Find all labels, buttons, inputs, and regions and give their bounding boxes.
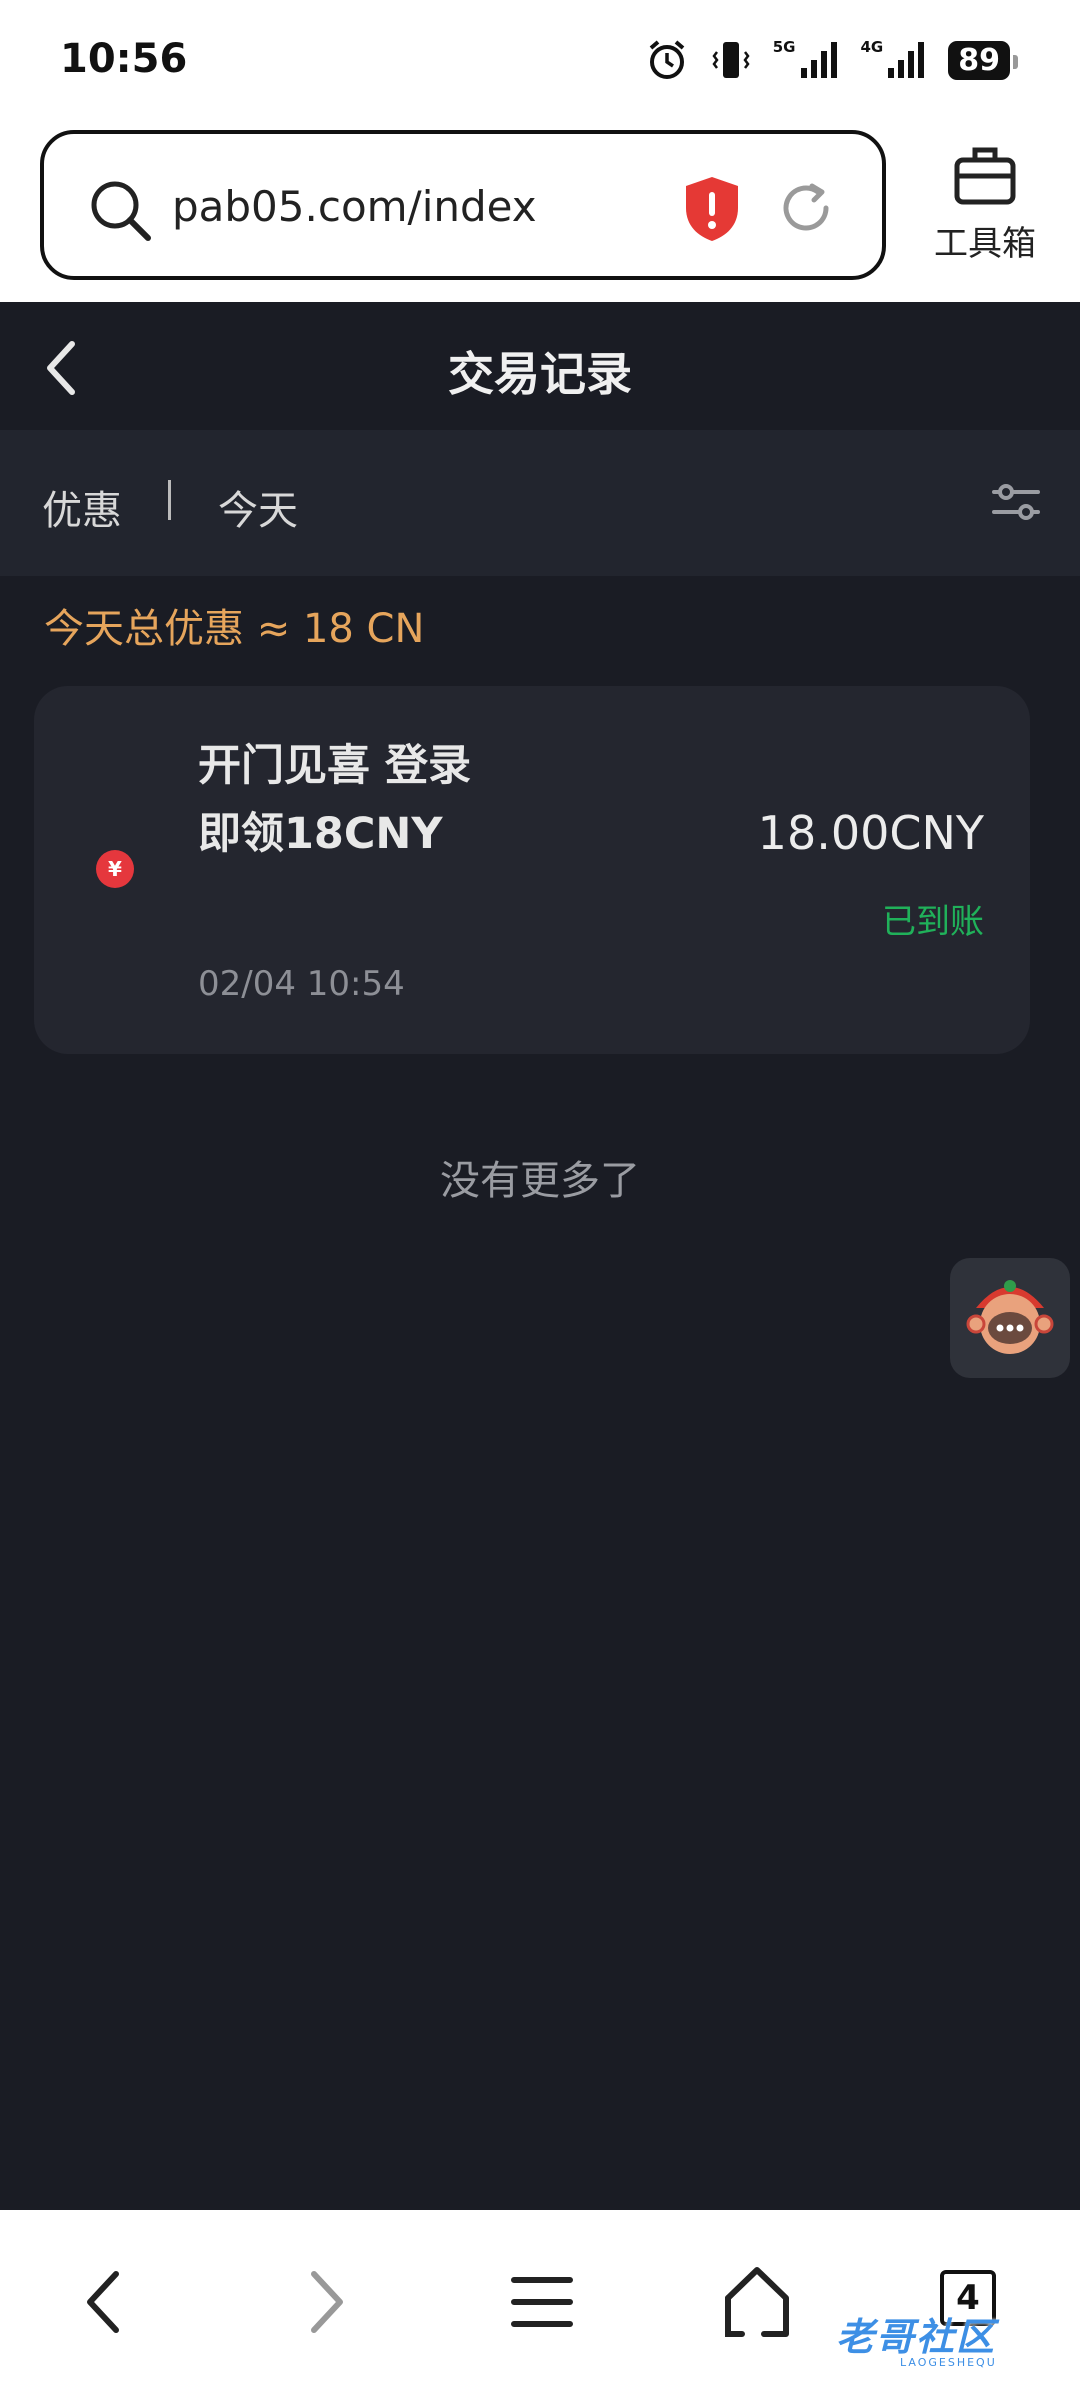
customer-service-button[interactable] xyxy=(950,1258,1070,1378)
customer-service-avatar-icon xyxy=(966,1280,1054,1354)
nav-forward-icon[interactable] xyxy=(300,2262,350,2342)
signal-bars-icon xyxy=(888,42,925,78)
today-total-summary: 今天总优惠 ≈ 18 CN xyxy=(44,606,425,652)
filter-divider xyxy=(168,480,171,520)
network-4g-label: 4G xyxy=(860,38,884,56)
toolbox-label: 工具箱 xyxy=(934,224,1036,264)
toolbox-button[interactable]: 工具箱 xyxy=(930,144,1040,265)
security-shield-icon[interactable] xyxy=(682,174,742,244)
list-end-text: 没有更多了 xyxy=(440,1158,640,1204)
search-icon xyxy=(91,181,151,241)
filter-type-selector[interactable]: 优惠 xyxy=(42,478,122,536)
address-bar[interactable]: pab05.com/index xyxy=(40,130,886,280)
watermark-subtext: LAOGESHEQU xyxy=(900,2356,997,2369)
url-text[interactable]: pab05.com/index xyxy=(172,182,537,231)
status-time: 10:56 xyxy=(60,36,188,82)
signal-4g: 4G xyxy=(861,40,927,80)
signal-bars-icon xyxy=(800,42,837,78)
filter-bar: 优惠 今天 xyxy=(0,430,1080,576)
transaction-status: 已到账 xyxy=(882,902,984,942)
toolbox-icon xyxy=(954,147,1016,205)
transaction-title: 开门见喜 登录即领18CNY xyxy=(198,741,471,859)
nav-back-icon[interactable] xyxy=(80,2262,130,2342)
browser-bottom-nav: 4 老哥社区 LAOGESHEQU xyxy=(0,2210,1080,2400)
network-5g-label: 5G xyxy=(772,38,796,56)
page-title: 交易记录 xyxy=(448,347,632,401)
transaction-time: 02/04 10:54 xyxy=(198,964,405,1004)
status-bar: 10:56 5G 4G 89 xyxy=(0,0,1080,122)
reload-icon[interactable] xyxy=(776,178,836,238)
yen-icon: ¥ xyxy=(96,850,134,888)
menu-icon[interactable] xyxy=(510,2262,574,2342)
watermark-logo: 老哥社区 xyxy=(836,2315,997,2359)
filter-settings-icon[interactable] xyxy=(990,478,1042,526)
alarm-icon xyxy=(649,40,685,79)
page-header: 交易记录 xyxy=(0,302,1080,430)
status-icons: 5G 4G 89 xyxy=(645,36,1018,84)
transaction-amount: 18.00CNY xyxy=(757,806,984,860)
signal-5g: 5G xyxy=(773,40,839,80)
home-icon[interactable] xyxy=(720,2262,794,2342)
transaction-card[interactable]: ¥ 开门见喜 登录即领18CNY 02/04 10:54 18.00CNY 已到… xyxy=(34,686,1030,1054)
filter-date-selector[interactable]: 今天 xyxy=(218,478,298,536)
vibrate-icon xyxy=(712,42,750,78)
browser-bar: pab05.com/index 工具箱 xyxy=(0,122,1080,302)
battery-indicator: 89 xyxy=(948,40,1018,80)
